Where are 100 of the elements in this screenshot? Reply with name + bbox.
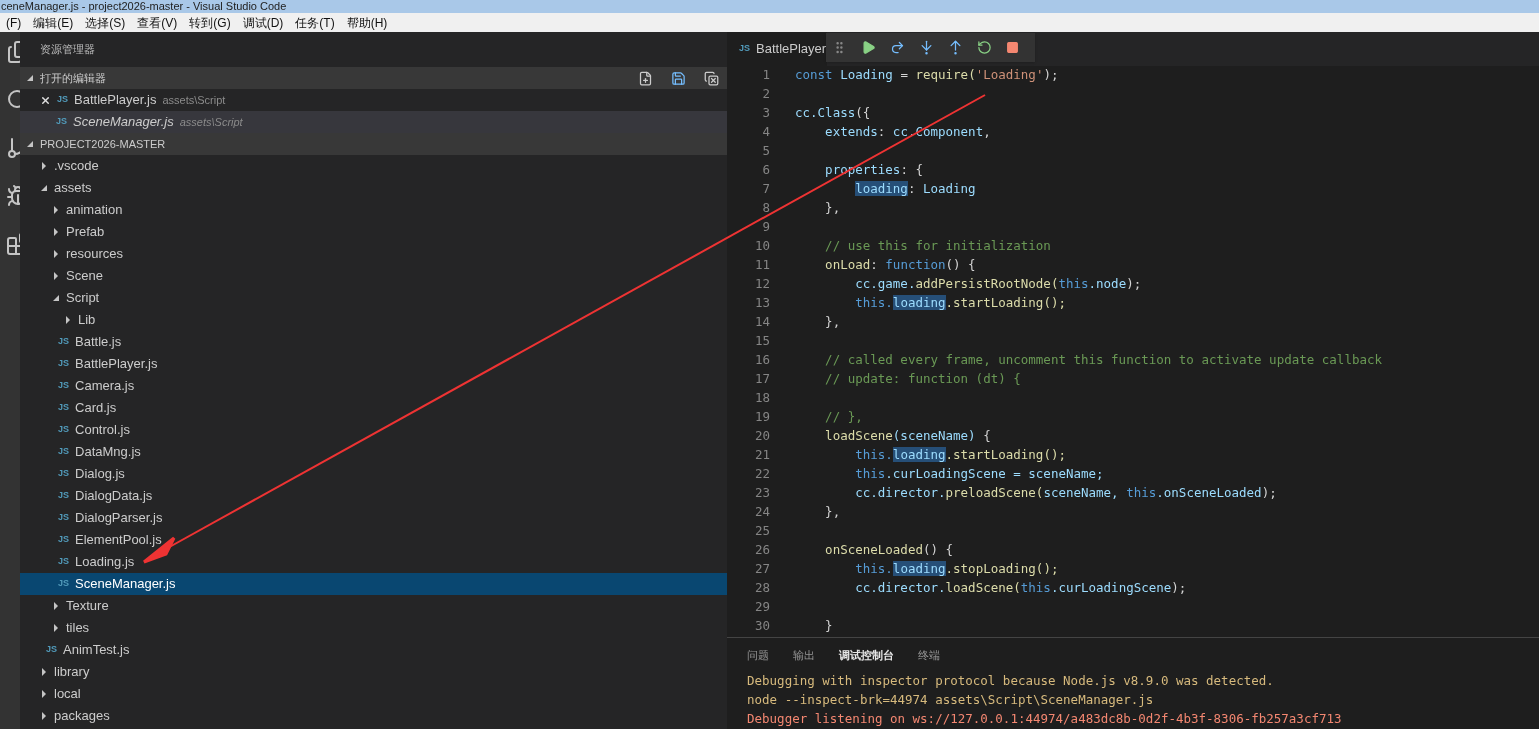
line-number: 15 <box>753 332 770 351</box>
tree-item[interactable]: JS ElementPool.js <box>20 529 727 551</box>
collapsed-caret-icon[interactable] <box>52 272 60 280</box>
tree-item-label: AnimTest.js <box>63 641 130 660</box>
collapsed-caret-icon[interactable] <box>52 250 60 258</box>
tree-item[interactable]: Scene <box>20 265 727 287</box>
tree-item[interactable]: tiles <box>20 617 727 639</box>
step-over-icon[interactable] <box>890 40 905 55</box>
collapsed-caret-icon[interactable] <box>52 624 60 632</box>
line-number: 7 <box>761 180 770 199</box>
line-number: 10 <box>753 237 770 256</box>
tree-item-label: Lib <box>78 311 96 330</box>
tree-item-label: SceneManager.js <box>75 575 176 594</box>
menu-item[interactable]: 编辑(E) <box>27 13 80 32</box>
tree-item-label: Scene <box>66 267 103 286</box>
js-file-icon: JS <box>58 379 69 393</box>
tree-item[interactable]: JS Loading.js <box>20 551 727 573</box>
js-file-icon: JS <box>58 467 69 481</box>
menu-item[interactable]: 帮助(H) <box>340 13 394 32</box>
file-name: SceneManager.js <box>73 113 174 132</box>
tab-title: BattlePlayer <box>756 40 827 59</box>
code-line: // update: function (dt) { <box>824 370 1021 389</box>
code-line: cc.director.loadScene(this.curLoadingScene); <box>854 579 1187 598</box>
collapsed-caret-icon[interactable] <box>40 690 48 698</box>
tree-item-label: library <box>54 663 90 682</box>
expanded-caret-icon[interactable] <box>26 140 34 148</box>
tree-item[interactable]: JS AnimTest.js <box>20 639 727 661</box>
close-all-icon[interactable] <box>704 70 719 86</box>
tree-item-label: BattlePlayer.js <box>75 355 158 374</box>
expanded-caret-icon[interactable] <box>26 74 34 82</box>
continue-icon[interactable] <box>861 40 876 55</box>
tree-item[interactable]: JS DialogData.js <box>20 485 727 507</box>
panel-tab[interactable]: 调试控制台 <box>831 646 902 664</box>
menu-item[interactable]: 任务(T) <box>289 13 341 32</box>
close-icon[interactable] <box>40 94 51 106</box>
editor-tab[interactable]: JS BattlePlayer <box>727 32 827 66</box>
collapsed-caret-icon[interactable] <box>40 712 48 720</box>
js-file-icon: JS <box>58 555 69 569</box>
tree-item[interactable]: JS Dialog.js <box>20 463 727 485</box>
collapsed-caret-icon[interactable] <box>64 316 72 324</box>
new-file-icon[interactable] <box>638 70 653 86</box>
console-line: Debugging with inspector protocol because Node.js v8.9.0 was detected. <box>747 672 1275 690</box>
panel-tab[interactable]: 输出 <box>785 646 823 664</box>
code-line: // use this for initialization <box>824 237 1051 256</box>
stop-icon[interactable] <box>1006 41 1019 54</box>
line-number: 5 <box>761 142 770 161</box>
line-number: 17 <box>753 370 770 389</box>
tree-item[interactable]: animation <box>20 199 727 221</box>
restart-icon[interactable] <box>977 40 992 55</box>
tree-item[interactable]: Lib <box>20 309 727 331</box>
js-file-icon: JS <box>58 401 69 415</box>
menu-item[interactable]: 转到(G) <box>183 13 237 32</box>
tree-item[interactable]: JS Card.js <box>20 397 727 419</box>
tree-item[interactable]: packages <box>20 705 727 727</box>
menu-item[interactable]: 查看(V) <box>131 13 184 32</box>
step-into-icon[interactable] <box>919 40 934 55</box>
expanded-caret-icon[interactable] <box>40 184 48 192</box>
open-editor-item[interactable]: JS SceneManager.js assets\Script <box>20 111 727 133</box>
collapsed-caret-icon[interactable] <box>52 206 60 214</box>
code-line: loadScene(sceneName) { <box>824 427 991 446</box>
tree-item-label: Script <box>66 289 100 308</box>
collapsed-caret-icon[interactable] <box>40 162 48 170</box>
tree-item[interactable]: JS Camera.js <box>20 375 727 397</box>
tree-item[interactable]: library <box>20 661 727 683</box>
tree-item[interactable]: Texture <box>20 595 727 617</box>
panel-tab[interactable]: 终端 <box>910 646 948 664</box>
tree-item[interactable]: JS Battle.js <box>20 331 727 353</box>
tree-item[interactable]: Script <box>20 287 727 309</box>
tree-item[interactable]: Prefab <box>20 221 727 243</box>
line-number: 21 <box>753 446 770 465</box>
tree-item[interactable]: local <box>20 683 727 705</box>
expanded-caret-icon[interactable] <box>52 294 60 302</box>
line-number: 16 <box>753 351 770 370</box>
menu-item[interactable]: 调试(D) <box>236 13 290 32</box>
tree-item[interactable]: JS Control.js <box>20 419 727 441</box>
collapsed-caret-icon[interactable] <box>52 228 60 236</box>
section-header[interactable]: 打开的编辑器 <box>20 67 727 89</box>
line-number: 3 <box>761 104 770 123</box>
save-all-icon[interactable] <box>671 70 686 86</box>
code-line: onLoad: function() { <box>824 256 976 275</box>
tree-item-label: resources <box>66 245 124 264</box>
tree-item[interactable]: JS DataMng.js <box>20 441 727 463</box>
collapsed-caret-icon[interactable] <box>52 602 60 610</box>
section-title: PROJECT2026-MASTER <box>40 136 166 152</box>
section-header[interactable]: PROJECT2026-MASTER <box>20 133 727 155</box>
tree-item[interactable]: assets <box>20 177 727 199</box>
tree-item[interactable]: JS DialogParser.js <box>20 507 727 529</box>
code-line: // }, <box>824 408 863 427</box>
line-number: 26 <box>753 541 770 560</box>
menu-item[interactable]: 选择(S) <box>79 13 132 32</box>
step-out-icon[interactable] <box>948 40 963 55</box>
panel-tab[interactable]: 问题 <box>739 646 777 664</box>
tree-item[interactable]: JS BattlePlayer.js <box>20 353 727 375</box>
code-line: }, <box>824 199 841 218</box>
menu-item[interactable]: (F) <box>0 13 28 32</box>
tree-item[interactable]: resources <box>20 243 727 265</box>
tree-item[interactable]: .vscode <box>20 155 727 177</box>
collapsed-caret-icon[interactable] <box>40 668 48 676</box>
line-number: 28 <box>753 579 770 598</box>
tree-item[interactable]: JS SceneManager.js <box>20 573 727 595</box>
